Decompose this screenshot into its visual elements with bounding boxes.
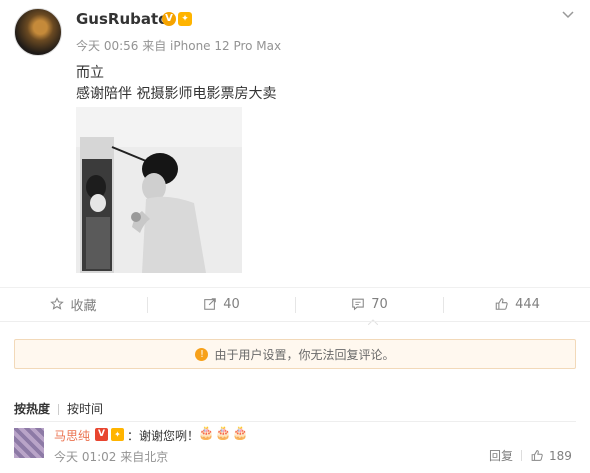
post-text-line2: 感谢陪伴 祝摄影师电影票房大卖 [76, 86, 277, 102]
cake-emoji-icon: 🎂🎂🎂 [198, 426, 250, 441]
comment-meta: 今天 01:02 来自北京 [54, 448, 168, 465]
repost-button[interactable]: 40 [148, 288, 295, 320]
fan-badge-icon: ✦ [178, 12, 192, 26]
repost-icon [204, 298, 216, 310]
fan-badge-icon: ✦ [111, 428, 124, 441]
divider [0, 321, 590, 322]
comment-count: 70 [371, 296, 388, 312]
like-count: 444 [515, 296, 540, 312]
comment-timestamp: 今天 01:02 [54, 450, 117, 464]
reply-button[interactable]: 回复 [489, 447, 513, 464]
thumbs-up-icon [495, 298, 508, 310]
tab-sort-hot[interactable]: 按热度 [14, 400, 50, 417]
username[interactable]: GusRubato [76, 10, 168, 28]
comment-text: ：谢谢您咧！ [127, 429, 200, 443]
star-icon [50, 297, 65, 310]
reply-disabled-notice: ! 由于用户设置，你无法回复评论。 [14, 339, 576, 369]
post-meta: 今天 00:56 来自 iPhone 12 Pro Max [76, 37, 281, 54]
comment-button[interactable]: 70 [296, 288, 443, 320]
chevron-down-icon[interactable] [561, 8, 575, 24]
post-timestamp[interactable]: 今天 00:56 [76, 39, 138, 53]
verified-badge-icon: V [95, 428, 108, 441]
active-tab-caret-icon [368, 319, 378, 325]
commenter-avatar[interactable] [14, 428, 44, 458]
repost-count: 40 [223, 296, 240, 312]
favorite-button[interactable]: 收藏 [0, 288, 147, 320]
comment-like-count: 189 [549, 448, 572, 463]
separator [521, 450, 523, 461]
separator [58, 404, 60, 415]
tab-sort-time[interactable]: 按时间 [67, 400, 103, 417]
verified-badge-icon: V [162, 12, 176, 26]
divider [14, 421, 576, 422]
comment-sort-tabs: 按热度 按时间 [14, 400, 111, 417]
post-source: 来自 iPhone 12 Pro Max [142, 39, 282, 53]
like-button[interactable]: 444 [444, 288, 590, 320]
comment-icon [352, 298, 364, 311]
post-actions-bar: 收藏 40 70 444 [0, 288, 590, 320]
notice-text: 由于用户设置，你无法回复评论。 [214, 347, 395, 362]
comment-source: 来自北京 [120, 450, 169, 464]
comment-actions: 回复 189 [489, 447, 572, 464]
commenter-name[interactable]: 马思纯 [54, 427, 90, 444]
post-text-line1: 而立 [76, 65, 104, 81]
favorite-label: 收藏 [70, 298, 97, 314]
user-avatar[interactable] [14, 8, 62, 56]
warning-icon: ! [195, 347, 209, 361]
post-photo[interactable] [76, 107, 242, 273]
thumbs-up-icon[interactable] [530, 449, 544, 462]
